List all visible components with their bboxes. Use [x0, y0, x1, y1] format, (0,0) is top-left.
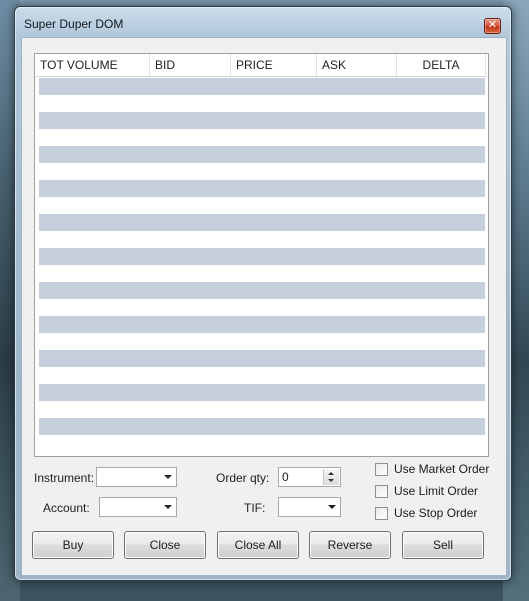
checkbox-box[interactable] [375, 507, 388, 520]
order-qty-value: 0 [282, 470, 289, 484]
close-position-button[interactable]: Close [124, 531, 206, 559]
window-title: Super Duper DOM [24, 17, 124, 31]
client-area: TOT VOLUME BID PRICE ASK DELTA Instrumen… [21, 37, 507, 576]
chevron-down-icon [164, 475, 172, 479]
column-header-bid[interactable]: BID [150, 54, 231, 76]
close-all-button[interactable]: Close All [217, 531, 299, 559]
column-header-delta[interactable]: DELTA [397, 54, 486, 76]
table-row[interactable] [39, 282, 485, 299]
table-row[interactable] [39, 316, 485, 333]
checkbox-box[interactable] [375, 463, 388, 476]
table-row[interactable] [39, 418, 485, 435]
title-bar[interactable]: Super Duper DOM ✕ [15, 7, 511, 37]
order-qty-label: Order qty: [216, 471, 270, 485]
stepper-buttons[interactable] [323, 469, 339, 485]
close-window-button[interactable]: ✕ [484, 18, 501, 34]
use-limit-order-label: Use Limit Order [394, 484, 479, 498]
buy-button[interactable]: Buy [32, 531, 114, 559]
grid-header: TOT VOLUME BID PRICE ASK DELTA [35, 54, 486, 77]
checkbox-box[interactable] [375, 485, 388, 498]
reverse-button[interactable]: Reverse [309, 531, 391, 559]
chevron-down-icon [164, 505, 172, 509]
grid-rows [39, 78, 485, 452]
tif-label: TIF: [244, 501, 266, 515]
dom-window: Super Duper DOM ✕ TOT VOLUME BID PRICE A… [14, 6, 512, 581]
table-row[interactable] [39, 180, 485, 197]
column-header-price[interactable]: PRICE [231, 54, 317, 76]
instrument-select[interactable] [96, 467, 177, 487]
arrow-down-icon[interactable] [328, 479, 334, 482]
table-row[interactable] [39, 146, 485, 163]
table-row[interactable] [39, 350, 485, 367]
tif-select[interactable] [278, 497, 341, 517]
account-label: Account: [43, 501, 90, 515]
table-row[interactable] [39, 248, 485, 265]
use-market-order-label: Use Market Order [394, 462, 490, 476]
arrow-up-icon[interactable] [328, 472, 334, 475]
dom-grid[interactable]: TOT VOLUME BID PRICE ASK DELTA [34, 53, 489, 457]
sell-button[interactable]: Sell [402, 531, 484, 559]
table-row[interactable] [39, 384, 485, 401]
use-stop-order-label: Use Stop Order [394, 506, 478, 520]
order-qty-stepper[interactable]: 0 [278, 467, 341, 487]
column-header-tot-volume[interactable]: TOT VOLUME [35, 54, 150, 76]
table-row[interactable] [39, 214, 485, 231]
chevron-down-icon [328, 505, 336, 509]
table-row[interactable] [39, 78, 485, 95]
close-icon: ✕ [487, 18, 498, 31]
instrument-label: Instrument: [34, 471, 95, 485]
column-header-ask[interactable]: ASK [317, 54, 397, 76]
account-select[interactable] [99, 497, 177, 517]
table-row[interactable] [39, 112, 485, 129]
